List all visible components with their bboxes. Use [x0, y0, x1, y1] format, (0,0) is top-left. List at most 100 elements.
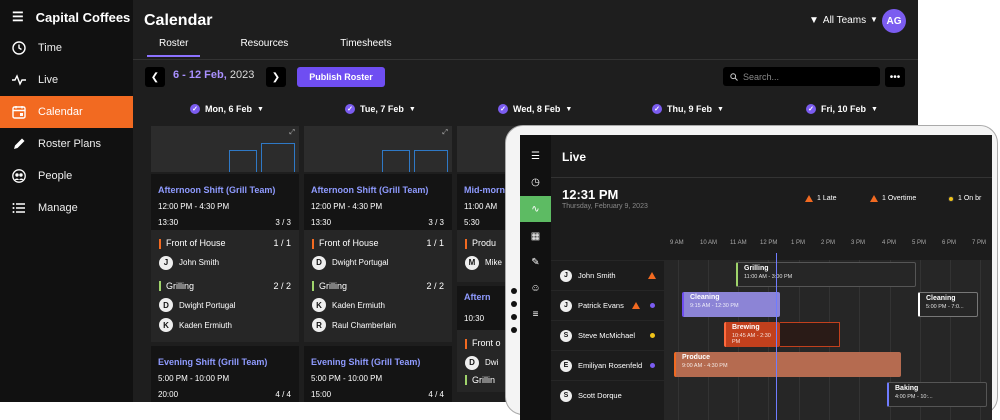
date-range-year: 2023: [229, 69, 255, 81]
role-header[interactable]: Front of House 1 / 1: [312, 238, 444, 249]
day-header-tue[interactable]: ✓ Tue, 7 Feb ▼: [345, 104, 416, 114]
person-avatar: J: [159, 255, 173, 270]
employee-row[interactable]: J Patrick Evans: [551, 290, 664, 320]
shift-block-cleaning-evening[interactable]: Cleaning 5:00 PM - 7:0...: [918, 292, 978, 317]
role-name: Grilling: [166, 280, 195, 291]
brand: ☰ Capital Coffees: [12, 9, 130, 25]
tab-resources[interactable]: Resources: [228, 38, 300, 57]
people-icon[interactable]: ☺: [520, 275, 551, 301]
role-group: Front of House 1 / 1 D Dwight Portugal Gri…: [304, 230, 452, 342]
employee-name: Emiliyan Rosenfeld: [578, 361, 643, 370]
team-selector[interactable]: ▼ All Teams: [809, 15, 866, 26]
status-dot-icon: [650, 303, 655, 308]
employee-avatar: S: [560, 329, 572, 342]
day-header-mon[interactable]: ✓ Mon, 6 Feb ▼: [190, 104, 264, 114]
tab-bar: Roster Resources Timesheets: [147, 38, 404, 57]
shift-block-produce[interactable]: Produce 9:00 AM - 4:30 PM: [674, 352, 901, 377]
day-header-thu[interactable]: ✓ Thu, 9 Feb ▼: [652, 104, 724, 114]
day-label: Mon, 6 Feb: [205, 104, 252, 114]
assigned-person[interactable]: D Dwight Portugal: [312, 253, 444, 273]
shift-block-name: Cleaning: [926, 295, 956, 302]
person-name: Dwight Portugal: [179, 300, 236, 310]
employee-row[interactable]: E Emiliyan Rosenfeld: [551, 350, 664, 380]
day-header-wed[interactable]: ✓ Wed, 8 Feb ▼: [498, 104, 572, 114]
shift-block-time: 11:00 AM - 3:00 PM: [744, 274, 793, 280]
shift-hours: 13:30: [311, 218, 332, 227]
clock-icon[interactable]: ◷: [520, 169, 551, 195]
break-stat[interactable]: 1 On br: [948, 195, 981, 202]
more-options-button[interactable]: •••: [885, 67, 905, 87]
role-name: Front of House: [319, 238, 379, 248]
shift-card[interactable]: Evening Shift (Grill Team) 5:00 PM - 10:…: [151, 346, 299, 402]
current-date: Thursday, February 9, 2023: [562, 203, 648, 210]
assigned-person[interactable]: J John Smith: [159, 253, 291, 273]
hamburger-menu-icon[interactable]: ☰: [520, 143, 551, 169]
dot: [511, 314, 517, 320]
next-week-button[interactable]: ❯: [266, 67, 286, 87]
employee-row[interactable]: S Scott Dorque: [551, 380, 664, 410]
sidebar-item-time[interactable]: Time: [0, 32, 133, 64]
live-view-screen: ☰ ◷ ∿ ▦ ✎ ☺ ≡ Live 12:31 PM Thursday, Fe…: [520, 135, 992, 420]
employee-avatar: E: [560, 359, 572, 372]
caret-down-icon[interactable]: ▼: [870, 15, 878, 24]
shift-count: 4 / 4: [275, 390, 291, 399]
header-divider: [551, 177, 992, 178]
assigned-person[interactable]: K Kaden Ermiuth: [159, 315, 291, 335]
employee-name: John Smith: [578, 271, 616, 280]
role-name: Grillin: [472, 374, 496, 385]
dot: [511, 301, 517, 307]
hour-label: 4 PM: [882, 240, 897, 246]
assigned-person[interactable]: R Raul Chamberlain: [312, 315, 444, 335]
role-color-tag: [312, 281, 314, 292]
shift-time: 12:00 PM - 4:30 PM: [158, 202, 299, 211]
shift-card[interactable]: Evening Shift (Grill Team) 5:00 PM - 10:…: [304, 346, 452, 402]
day-header-fri[interactable]: ✓ Fri, 10 Feb ▼: [806, 104, 878, 114]
assigned-person[interactable]: D Dwight Portugal: [159, 295, 291, 315]
shift-block-baking[interactable]: Baking 4:00 PM - 10:...: [887, 382, 987, 407]
shift-block-time: 4:00 PM - 10:...: [895, 394, 933, 400]
employee-row[interactable]: S Steve McMichael: [551, 320, 664, 350]
late-stat[interactable]: 1 Late: [805, 195, 836, 202]
publish-roster-button[interactable]: Publish Roster: [297, 67, 385, 87]
overtime-stat[interactable]: 1 Overtime: [870, 195, 916, 202]
pulse-icon[interactable]: ∿: [520, 196, 551, 222]
caret-down-icon: ▼: [717, 105, 724, 113]
previous-week-button[interactable]: ❮: [145, 67, 165, 87]
expand-icon[interactable]: ⤢: [442, 129, 448, 137]
sidebar-item-roster-plans[interactable]: Roster Plans: [0, 128, 133, 160]
shift-block-name: Brewing: [732, 324, 760, 331]
sidebar-item-people[interactable]: People: [0, 160, 133, 192]
sidebar-item-live[interactable]: Live: [0, 64, 133, 96]
shift-hours: 15:00: [311, 390, 332, 399]
assigned-person[interactable]: K Kaden Ermiuth: [312, 295, 444, 315]
sidebar-item-manage[interactable]: Manage: [0, 192, 133, 224]
role-header[interactable]: Front of House 1 / 1: [159, 238, 291, 249]
pencil-icon[interactable]: ✎: [520, 249, 551, 275]
shift-block-name: Produce: [682, 354, 711, 361]
role-header[interactable]: Grilling 2 / 2: [159, 281, 291, 292]
shift-block-cleaning[interactable]: Cleaning 9:15 AM - 12:30 PM: [682, 292, 780, 317]
hour-label: 12 PM: [760, 240, 778, 246]
hamburger-menu-icon[interactable]: ☰: [12, 9, 24, 25]
brand-name: Capital Coffees: [35, 9, 131, 25]
role-count: 2 / 2: [273, 280, 291, 291]
user-avatar[interactable]: AG: [882, 9, 906, 33]
employee-row[interactable]: J John Smith: [551, 260, 664, 290]
expand-icon[interactable]: ⤢: [289, 129, 295, 137]
role-header[interactable]: Grilling 2 / 2: [312, 281, 444, 292]
caret-down-icon: ▼: [871, 105, 878, 113]
list-icon[interactable]: ≡: [520, 301, 551, 327]
warning-icon: [870, 195, 878, 202]
shift-name: Afternoon Shift (Grill Team): [311, 185, 429, 195]
sidebar-item-calendar[interactable]: Calendar: [0, 96, 133, 128]
employee-name: Steve McMichael: [578, 331, 636, 340]
tab-timesheets[interactable]: Timesheets: [328, 38, 403, 57]
shift-hours-row: 20:00 4 / 4: [158, 390, 299, 399]
shift-block-brewing[interactable]: Brewing 10:45 AM - 2:30 PM: [724, 322, 780, 347]
hour-label: 2 PM: [821, 240, 836, 246]
search-input[interactable]: Search...: [723, 67, 880, 86]
shift-block-grilling[interactable]: Grilling 11:00 AM - 3:00 PM: [736, 262, 916, 287]
tab-roster[interactable]: Roster: [147, 38, 201, 57]
live-title: Live: [562, 150, 587, 164]
calendar-icon[interactable]: ▦: [520, 223, 551, 249]
